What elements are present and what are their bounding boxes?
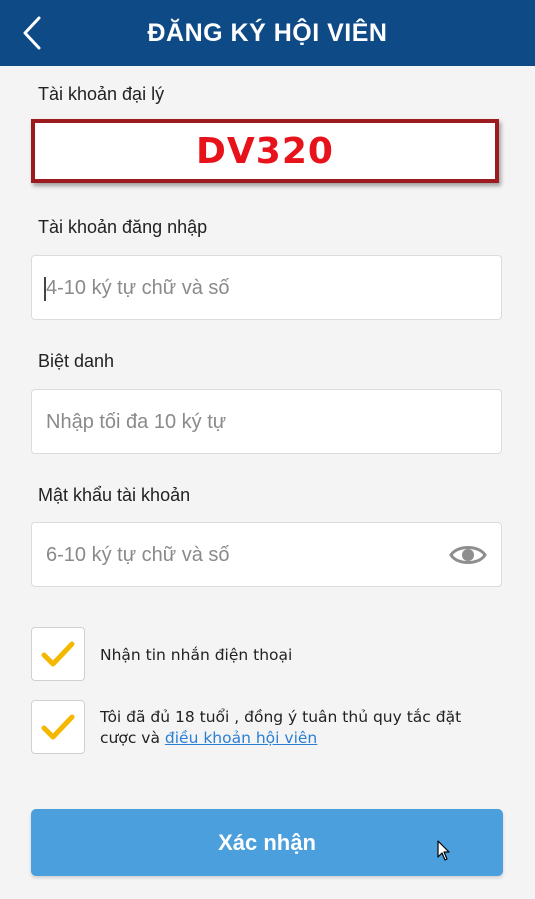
checkmark-icon <box>41 714 75 740</box>
chevron-left-icon <box>23 16 41 50</box>
submit-button[interactable]: Xác nhận <box>31 809 503 876</box>
nickname-field[interactable] <box>31 389 502 455</box>
back-button[interactable] <box>14 14 50 52</box>
page-title: ĐĂNG KÝ HỘI VIÊN <box>147 18 388 47</box>
agent-account-box: DV320 <box>31 119 499 183</box>
agent-account-label: Tài khoản đại lý <box>38 84 165 104</box>
mouse-cursor-icon <box>437 840 450 861</box>
sms-checkbox[interactable] <box>31 627 85 681</box>
login-account-field[interactable] <box>31 255 502 321</box>
nickname-input[interactable] <box>44 390 448 455</box>
terms-link[interactable]: điều khoản hội viên <box>165 729 317 747</box>
terms-checkbox[interactable] <box>31 700 85 754</box>
nickname-label: Biệt danh <box>38 351 115 371</box>
password-input[interactable] <box>44 523 448 588</box>
text-caret <box>44 277 46 301</box>
agent-account-value: DV320 <box>196 130 334 172</box>
header-bar: ĐĂNG KÝ HỘI VIÊN <box>0 0 535 66</box>
login-account-label: Tài khoản đăng nhập <box>38 217 208 237</box>
eye-icon[interactable] <box>449 540 487 570</box>
sms-checkbox-label: Nhận tin nhắn điện thoại <box>100 646 293 664</box>
terms-checkbox-label: Tôi đã đủ 18 tuổi , đồng ý tuân thủ quy … <box>100 707 500 749</box>
password-label: Mật khẩu tài khoản <box>38 485 191 505</box>
login-account-input[interactable] <box>44 256 448 321</box>
password-field[interactable] <box>31 522 502 588</box>
checkmark-icon <box>41 641 75 667</box>
